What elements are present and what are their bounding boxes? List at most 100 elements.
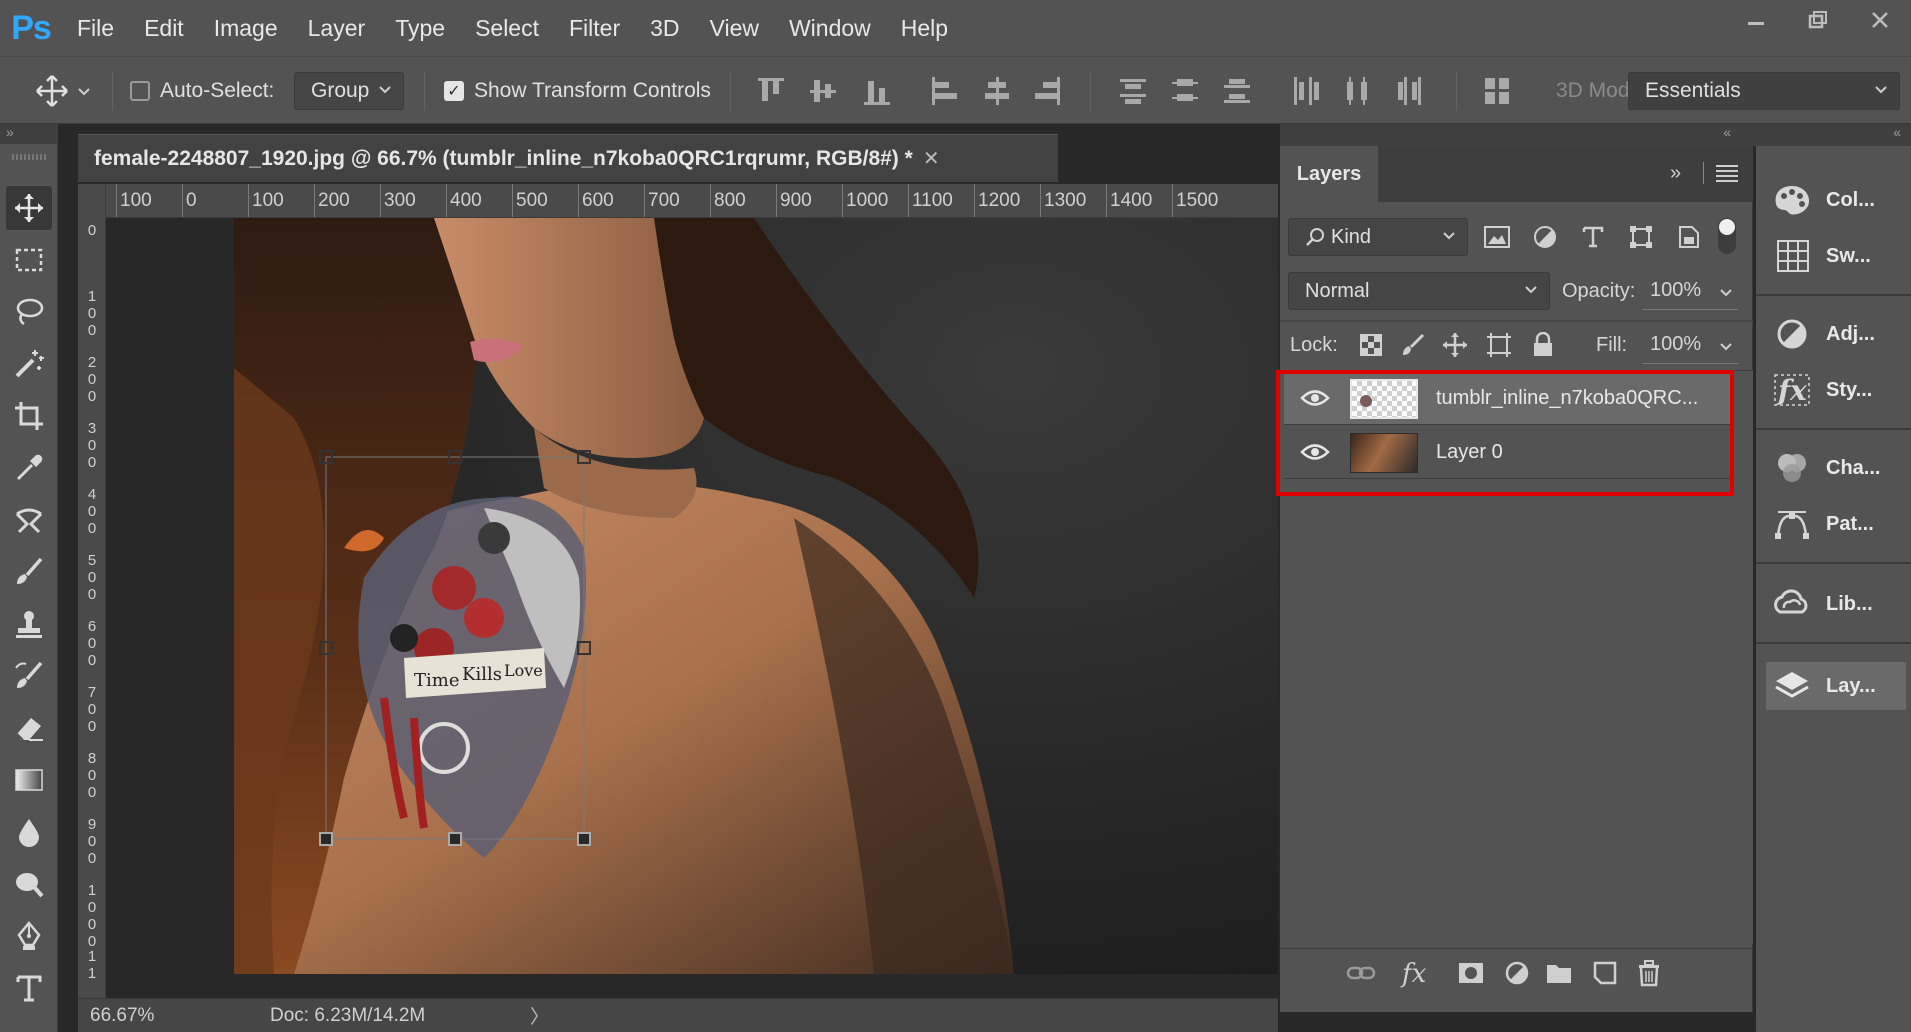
menu-edit[interactable]: Edit: [129, 0, 199, 56]
align-horizontal-centers-icon[interactable]: [982, 75, 1012, 107]
distribute-vertical-centers-icon[interactable]: [1170, 75, 1200, 107]
dock-swatches[interactable]: Sw...: [1766, 232, 1906, 280]
lock-all-icon[interactable]: [1528, 330, 1558, 360]
distribute-right-icon[interactable]: [1396, 75, 1426, 107]
link-layers-icon[interactable]: [1346, 959, 1376, 987]
menu-file[interactable]: File: [62, 0, 129, 56]
brush-tool-icon[interactable]: [6, 550, 52, 594]
blur-icon[interactable]: [6, 810, 52, 854]
show-transform-toggle[interactable]: ✓ Show Transform Controls: [444, 57, 711, 125]
menu-help[interactable]: Help: [886, 0, 963, 56]
tab-layers[interactable]: Layers: [1280, 146, 1378, 202]
move-tool-preset-icon[interactable]: [34, 57, 92, 125]
minimize-icon[interactable]: [1725, 0, 1787, 40]
lock-transparent-pixels-icon[interactable]: [1356, 330, 1386, 360]
menu-3d[interactable]: 3D: [635, 0, 694, 56]
gradient-icon[interactable]: [6, 758, 52, 802]
panel-grip[interactable]: [12, 154, 46, 160]
clone-stamp-icon[interactable]: [6, 602, 52, 646]
dock-paths[interactable]: Pat...: [1766, 500, 1906, 548]
layer-name[interactable]: Layer 0: [1436, 441, 1503, 464]
eye-icon[interactable]: [1300, 387, 1330, 409]
eraser-icon[interactable]: [6, 706, 52, 750]
crop-tool-icon[interactable]: [6, 394, 52, 438]
horizontal-ruler[interactable]: 100 0 100 200 300 400 500 600 700 800 900 1000 1100 1…: [106, 184, 1278, 218]
toolbar-collapse-icon[interactable]: »: [0, 124, 58, 144]
align-vertical-centers-icon[interactable]: [808, 75, 838, 107]
auto-select-target-dropdown[interactable]: Group: [294, 72, 405, 110]
distribute-left-icon[interactable]: [1290, 75, 1320, 107]
dock-libraries[interactable]: Lib...: [1766, 580, 1906, 628]
marquee-tool-icon[interactable]: [6, 238, 52, 282]
panel-collapse-icon[interactable]: «: [1280, 124, 1753, 146]
layer-row-layer-0[interactable]: Layer 0: [1284, 427, 1732, 479]
layer-row-tattoo[interactable]: tumblr_inline_n7koba0QRC...: [1284, 373, 1732, 425]
workspace-dropdown[interactable]: Essentials: [1628, 72, 1900, 110]
type-tool-icon[interactable]: [6, 966, 52, 1010]
menu-image[interactable]: Image: [199, 0, 293, 56]
history-brush-icon[interactable]: [6, 654, 52, 698]
align-bottom-edges-icon[interactable]: [862, 75, 892, 107]
distribute-top-icon[interactable]: [1118, 75, 1148, 107]
dodge-icon[interactable]: [6, 862, 52, 906]
lock-artboard-icon[interactable]: [1484, 330, 1514, 360]
add-mask-icon[interactable]: [1456, 959, 1486, 987]
move-tool-icon[interactable]: [6, 186, 52, 230]
document-tab[interactable]: female-2248807_1920.jpg @ 66.7% (tumblr_…: [78, 134, 1058, 182]
menu-view[interactable]: View: [695, 0, 774, 56]
dock-channels[interactable]: Cha...: [1766, 444, 1906, 492]
zoom-level[interactable]: 66.67%: [90, 1005, 230, 1027]
magic-wand-icon[interactable]: [6, 342, 52, 386]
layer-name[interactable]: tumblr_inline_n7koba0QRC...: [1436, 387, 1698, 410]
new-layer-icon[interactable]: [1590, 959, 1620, 987]
layer-style-fx-icon[interactable]: fx: [1402, 959, 1432, 989]
dock-color[interactable]: Col...: [1766, 176, 1906, 224]
dock-adjustments[interactable]: Adj...: [1766, 310, 1906, 358]
menu-layer[interactable]: Layer: [293, 0, 381, 56]
filter-smart-object-icon[interactable]: [1674, 222, 1704, 252]
pen-tool-icon[interactable]: [6, 914, 52, 958]
panel-expand-icon[interactable]: »: [1670, 162, 1681, 185]
menu-type[interactable]: Type: [380, 0, 460, 56]
filter-type-icon[interactable]: [1578, 222, 1608, 252]
close-icon[interactable]: [1849, 0, 1911, 40]
lock-position-icon[interactable]: [1440, 330, 1470, 360]
dock-layers[interactable]: Lay...: [1766, 662, 1906, 710]
auto-select-checkbox[interactable]: [130, 81, 150, 101]
show-transform-checkbox[interactable]: ✓: [444, 81, 464, 101]
status-menu-arrow[interactable]: 〉: [530, 1002, 549, 1029]
align-right-edges-icon[interactable]: [1032, 75, 1062, 107]
layer-filter-dropdown[interactable]: Kind: [1288, 218, 1468, 256]
eyedropper-icon[interactable]: [6, 446, 52, 490]
fill-input[interactable]: 100%: [1642, 326, 1738, 364]
vertical-ruler[interactable]: 0 1 0 0 2 0 0 3 0 0 4 0 0 5 0 0 6 0 0 7 0 0 8 0 …: [78, 218, 106, 998]
filter-pixel-icon[interactable]: [1482, 222, 1512, 252]
auto-align-layers-icon[interactable]: [1482, 75, 1512, 107]
new-group-folder-icon[interactable]: [1544, 959, 1574, 987]
distribute-bottom-icon[interactable]: [1222, 75, 1252, 107]
restore-icon[interactable]: [1787, 0, 1849, 40]
healing-brush-icon[interactable]: [6, 498, 52, 542]
blend-mode-dropdown[interactable]: Normal: [1288, 272, 1550, 310]
panel-menu-icon[interactable]: [1716, 164, 1738, 182]
align-top-edges-icon[interactable]: [756, 75, 786, 107]
eye-icon[interactable]: [1300, 441, 1330, 463]
dock-collapse-icon[interactable]: «: [1753, 124, 1911, 146]
lasso-tool-icon[interactable]: [6, 290, 52, 334]
distribute-horizontal-centers-icon[interactable]: [1342, 75, 1372, 107]
dock-styles[interactable]: fx Sty...: [1766, 366, 1906, 414]
menu-select[interactable]: Select: [460, 0, 554, 56]
opacity-input[interactable]: 100%: [1642, 272, 1738, 310]
filter-adjustment-icon[interactable]: [1530, 222, 1560, 252]
auto-select-toggle[interactable]: Auto-Select:: [130, 57, 274, 125]
menu-filter[interactable]: Filter: [554, 0, 635, 56]
lock-image-pixels-icon[interactable]: [1398, 330, 1428, 360]
ruler-origin[interactable]: [78, 184, 106, 218]
canvas[interactable]: Time Kills Love: [106, 218, 1278, 998]
filter-toggle-switch[interactable]: [1718, 218, 1736, 254]
delete-layer-icon[interactable]: [1634, 959, 1664, 987]
filter-shape-icon[interactable]: [1626, 222, 1656, 252]
new-adjustment-layer-icon[interactable]: [1502, 959, 1532, 987]
align-left-edges-icon[interactable]: [930, 75, 960, 107]
close-tab-icon[interactable]: ✕: [923, 146, 940, 171]
